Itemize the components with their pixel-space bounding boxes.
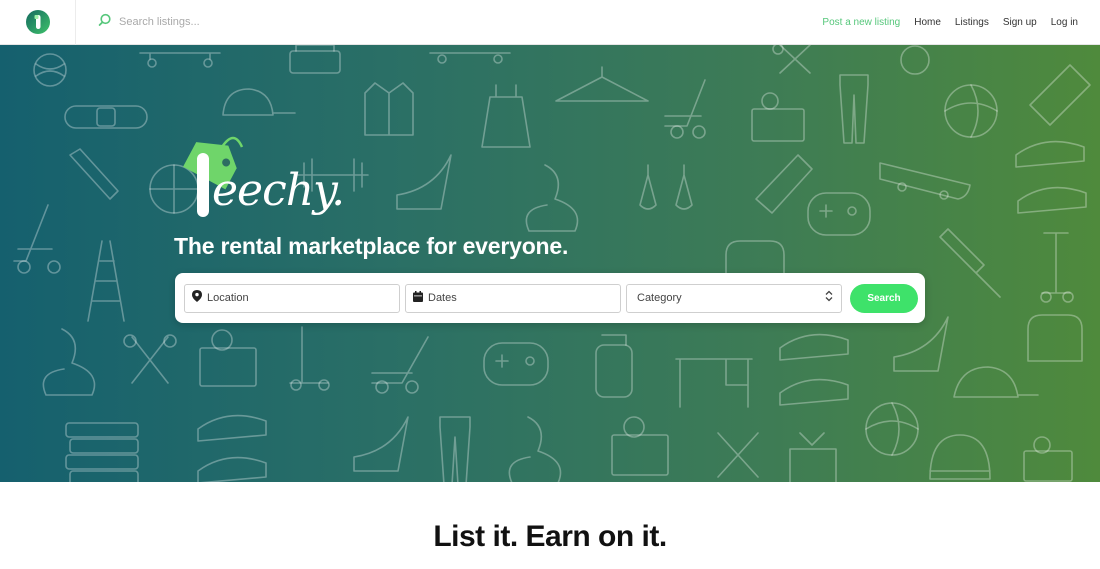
rental-search-form: Category Search (175, 273, 925, 323)
location-input[interactable] (207, 292, 387, 304)
dates-field[interactable] (405, 283, 621, 313)
app-logo-icon (25, 10, 50, 34)
home-link[interactable]: Home (914, 17, 941, 28)
logo-link[interactable] (0, 0, 76, 45)
top-navbar: Post a new listing Home Listings Sign up… (0, 0, 1100, 45)
signup-link[interactable]: Sign up (1003, 17, 1037, 28)
dates-input[interactable] (428, 292, 608, 304)
chevron-updown-icon (825, 289, 833, 307)
hero-banner: eechy. The rental marketplace for everyo… (0, 45, 1100, 482)
listings-link[interactable]: Listings (955, 17, 989, 28)
search-icon (98, 13, 112, 32)
brand-wordmark: eechy. (212, 165, 345, 216)
search-listings-input[interactable] (119, 16, 319, 28)
section-heading: List it. Earn on it. (433, 520, 667, 553)
rental-items-pattern (13, 45, 1091, 482)
nav-links: Post a new listing Home Listings Sign up… (808, 17, 1100, 28)
category-selected-value: Category (637, 292, 682, 304)
brand-logo: eechy. (170, 129, 350, 229)
category-select[interactable]: Category (626, 283, 842, 313)
location-pin-icon (192, 289, 202, 307)
global-search (76, 0, 808, 45)
location-field[interactable] (184, 283, 400, 313)
calendar-icon (413, 289, 423, 307)
post-listing-link[interactable]: Post a new listing (822, 17, 900, 28)
login-link[interactable]: Log in (1051, 17, 1078, 28)
search-button[interactable]: Search (850, 283, 918, 313)
hero-tagline: The rental marketplace for everyone. (174, 233, 569, 259)
